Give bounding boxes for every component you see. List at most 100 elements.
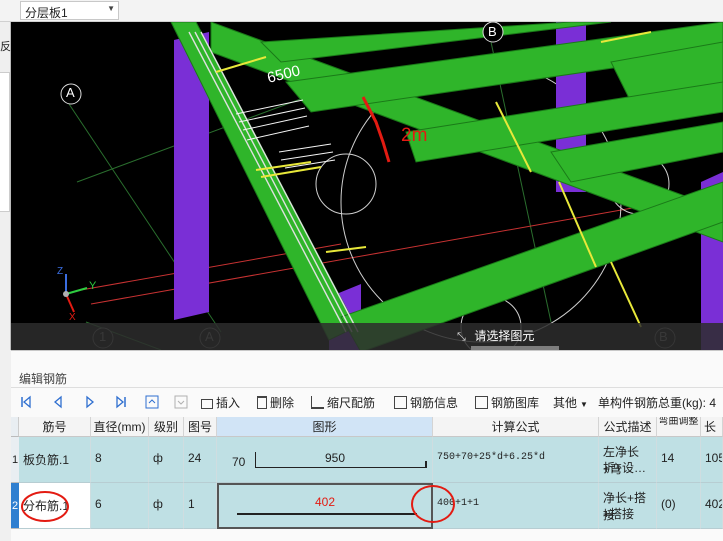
ruler-icon (311, 396, 324, 409)
select-cursor-icon: ⤡ (457, 331, 466, 343)
column-header-diameter[interactable]: 直径(mm) (91, 417, 149, 437)
move-down-icon[interactable] (174, 395, 188, 409)
chevron-down-icon: ▼ (580, 400, 588, 409)
cell-formula-text: 750+70+25*d+6.25*d (437, 452, 546, 463)
shape-hook-end (425, 461, 427, 468)
cell-bar-name-text: 板负筋.1 (23, 453, 70, 467)
cell-grade[interactable]: ф (149, 483, 184, 529)
cell-desc-line2: 折+设… (603, 461, 647, 475)
table-row[interactable]: 1 板负筋.1 8 ф 24 70 950 750+70+25*d+6.25*d… (11, 437, 723, 483)
annotation-label: 2m (401, 125, 428, 146)
last-record-icon[interactable] (114, 395, 128, 409)
scale-rebar-label: 缩尺配筋 (327, 396, 376, 410)
shape-main-value: 402 (315, 495, 336, 509)
previous-record-icon[interactable] (51, 395, 65, 409)
triad-label-x: X (69, 312, 76, 323)
left-side-panel: 反 (0, 22, 11, 350)
row-number: 1 (11, 437, 19, 483)
triad-label-y: Y (89, 280, 97, 292)
rebar-toolbar: 插入 删除 缩尺配筋 钢筋信息 钢筋图库 其他 ▼ 单构件钢筋总重(kg): 4 (11, 391, 723, 413)
cell-formula-desc[interactable]: 左净长+弯 折+设… (599, 437, 657, 483)
column-header-formula[interactable]: 计算公式 (433, 417, 599, 437)
cell-figure-no-text: 1 (188, 497, 195, 511)
info-list-icon (394, 396, 407, 409)
cell-bend-text: 14 (661, 451, 675, 465)
cell-formula[interactable]: 400+1+1 (433, 483, 599, 529)
column-header-figure-no[interactable]: 图号 (184, 417, 217, 437)
move-up-icon[interactable] (145, 395, 159, 409)
rebar-info-button[interactable]: 钢筋信息 (394, 394, 458, 411)
shape-hook-line (255, 452, 427, 468)
column-header-length[interactable]: 长度 (701, 417, 723, 437)
row-number: 2 (11, 483, 19, 529)
cell-grade-text: ф (153, 497, 163, 511)
scale-rebar-button[interactable]: 缩尺配筋 (311, 394, 375, 411)
cell-bend-adjust[interactable]: 14 (657, 437, 701, 483)
cell-formula-desc[interactable]: 净长+搭接 +搭接 (599, 483, 657, 529)
panel-title: 编辑钢筋 (19, 372, 68, 386)
cell-length[interactable]: 402 (701, 483, 723, 529)
shape-left-value: 70 (232, 455, 246, 469)
cell-diameter[interactable]: 8 (91, 437, 149, 483)
delete-label: 删除 (270, 396, 295, 410)
cell-figure-no-text: 24 (188, 451, 202, 465)
delete-button[interactable]: 删除 (257, 394, 294, 411)
3d-viewport[interactable]: 6500 2m A B 1 A B Z Y X ⤡ 请选择图元 (11, 22, 723, 350)
cell-bend-text: (0) (661, 497, 676, 511)
triad-label-z: Z (57, 266, 64, 277)
insert-button[interactable]: 插入 (201, 394, 240, 411)
first-record-icon[interactable] (19, 395, 33, 409)
red-annotation-circle (21, 491, 69, 522)
cell-diameter-text: 8 (95, 451, 102, 465)
layer-select[interactable]: 分层板1 ▼ (20, 1, 119, 20)
column-header-bar-name[interactable]: 筋号 (19, 417, 91, 437)
cell-grade[interactable]: ф (149, 437, 184, 483)
coordinate-triad (63, 274, 88, 313)
other-menu-button[interactable]: 其他 ▼ (553, 394, 588, 411)
viewport-status-strip (11, 323, 723, 350)
rebar-table: 筋号 直径(mm) 级别 图号 图形 计算公式 公式描述 弯曲调整 长度 1 板… (11, 417, 723, 541)
cell-length-text: 1056 (705, 451, 722, 465)
chevron-down-icon: ▼ (107, 4, 115, 13)
rebar-library-button[interactable]: 钢筋图库 (475, 394, 539, 411)
select-element-hint: ⤡ 请选择图元 (457, 327, 534, 344)
layer-select-value: 分层板1 (25, 6, 68, 20)
cell-figure-no[interactable]: 24 (184, 437, 217, 483)
axis-label-b: B (488, 24, 497, 39)
cell-length[interactable]: 1056 (701, 437, 723, 483)
column-header-bend-adjust[interactable]: 弯曲调整 (657, 417, 701, 437)
red-annotation-circle (411, 485, 455, 523)
edit-rebar-panel: 编辑钢筋 插入 删除 缩尺配筋 钢筋信息 钢筋图库 其他 ▼ 单构件钢筋总重(k… (11, 350, 723, 541)
insert-icon (201, 399, 213, 409)
left-panel-input-box[interactable] (0, 72, 10, 212)
cell-formula[interactable]: 750+70+25*d+6.25*d (433, 437, 599, 483)
rebar-info-label: 钢筋信息 (410, 396, 459, 410)
cell-diameter[interactable]: 6 (91, 483, 149, 529)
top-bar: 分层板1 ▼ (0, 0, 723, 22)
column-header-grade[interactable]: 级别 (149, 417, 184, 437)
insert-label: 插入 (216, 396, 241, 410)
column-header-formula-desc[interactable]: 公式描述 (599, 417, 657, 437)
header-corner (11, 417, 19, 437)
cell-shape[interactable]: 402 (217, 483, 433, 529)
shape-straight-line (237, 513, 417, 515)
cell-diameter-text: 6 (95, 497, 102, 511)
green-beams (170, 22, 723, 350)
next-record-icon[interactable] (83, 395, 97, 409)
cell-desc-line2: +搭接 (603, 507, 635, 521)
cell-bar-name[interactable]: 板负筋.1 (19, 437, 91, 483)
cell-shape[interactable]: 70 950 (217, 437, 433, 483)
trash-icon (257, 396, 267, 409)
rebar-library-label: 钢筋图库 (491, 396, 540, 410)
total-weight-label: 单构件钢筋总重(kg): 4 (598, 396, 717, 410)
left-panel-clipped-text: 反 (0, 41, 11, 53)
table-row[interactable]: 2 分布筋.1 6 ф 1 402 400+1+1 净长+搭接 +搭接 (0) … (11, 483, 723, 529)
cell-figure-no[interactable]: 1 (184, 483, 217, 529)
other-label: 其他 (553, 396, 578, 410)
select-hint-text: 请选择图元 (474, 329, 535, 343)
column-header-shape[interactable]: 图形 (217, 417, 433, 437)
axis-label-a: A (66, 85, 75, 100)
panel-divider (11, 387, 723, 388)
cell-bend-adjust[interactable]: (0) (657, 483, 701, 529)
model-drawing (60, 22, 723, 350)
